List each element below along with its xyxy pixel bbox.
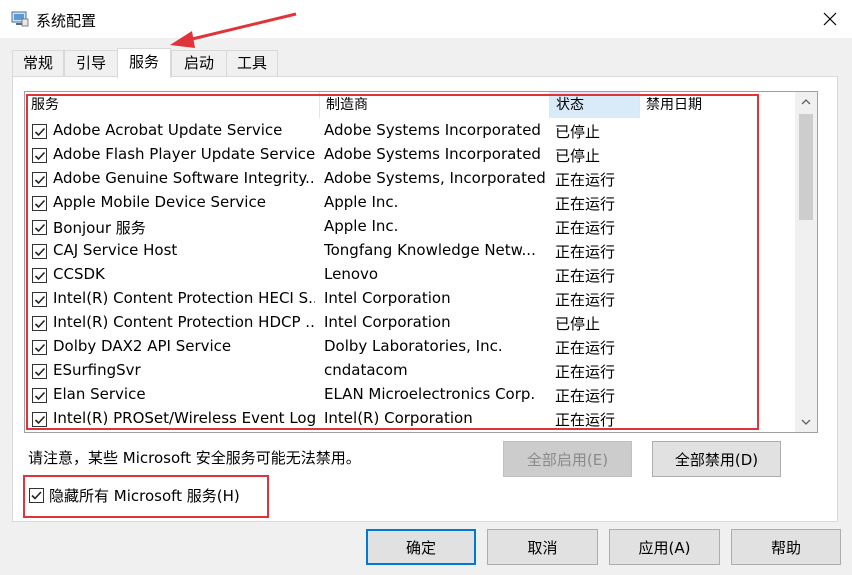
title-bar: 系统配置 — [0, 0, 852, 38]
ok-button[interactable]: 确定 — [366, 529, 476, 565]
tab-services[interactable]: 服务 — [117, 48, 171, 78]
close-button[interactable] — [812, 4, 848, 34]
tab-general[interactable]: 常规 — [12, 50, 64, 76]
help-button[interactable]: 帮助 — [731, 529, 841, 565]
disable-all-button[interactable]: 全部禁用(D) — [652, 441, 781, 477]
tab-startup[interactable]: 启动 — [171, 50, 227, 76]
security-note: 请注意，某些 Microsoft 安全服务可能无法禁用。 — [28, 449, 361, 467]
cancel-button[interactable]: 取消 — [487, 529, 598, 565]
scroll-down-button[interactable] — [795, 412, 817, 432]
system-config-icon — [11, 11, 29, 27]
enable-all-button[interactable]: 全部启用(E) — [503, 441, 632, 477]
tab-tools[interactable]: 工具 — [226, 50, 278, 76]
chevron-down-icon — [801, 419, 811, 425]
chevron-up-icon — [801, 99, 811, 105]
window-title: 系统配置 — [36, 12, 97, 30]
scroll-up-button[interactable] — [795, 92, 817, 112]
apply-button[interactable]: 应用(A) — [609, 529, 720, 565]
close-icon — [823, 12, 837, 26]
annotation-box-services — [26, 94, 759, 430]
vertical-scrollbar[interactable] — [795, 92, 817, 432]
tab-boot[interactable]: 引导 — [64, 50, 118, 76]
annotation-box-hide-ms — [23, 475, 269, 518]
tab-strip: 常规 引导 服务 启动 工具 — [0, 48, 852, 78]
scroll-thumb[interactable] — [799, 114, 813, 220]
